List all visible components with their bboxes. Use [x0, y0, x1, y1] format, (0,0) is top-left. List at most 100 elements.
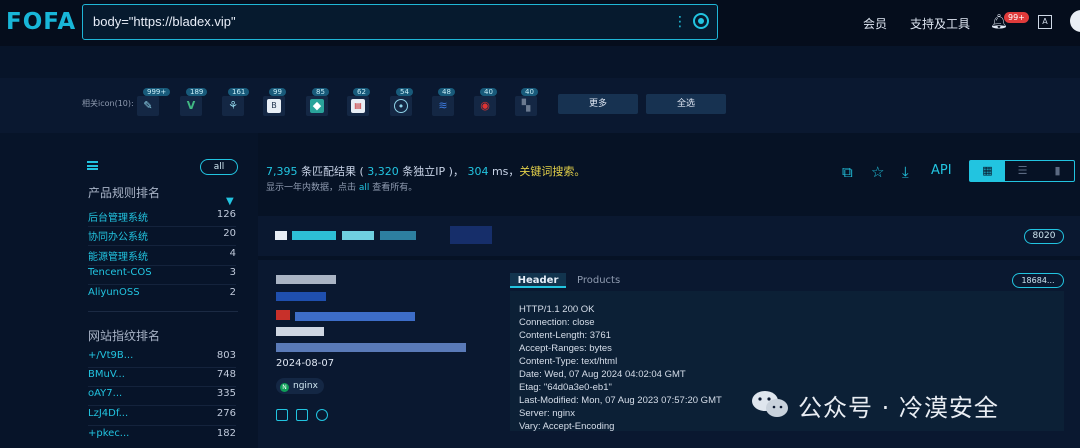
result-count-label: 条匹配结果 ( [297, 165, 368, 178]
rank-name: Tencent-COS [88, 267, 152, 278]
redacted-info [276, 310, 290, 320]
icon-count: 189 [186, 88, 208, 96]
rank-name: oAY7... [88, 388, 123, 399]
screenshot-icon[interactable] [276, 409, 288, 421]
compare-icon[interactable]: ⧉ [842, 163, 853, 181]
notification-badge: 99+ [1004, 12, 1029, 23]
rank-count: 335 [216, 388, 236, 399]
list-item[interactable]: LzJ4Df... 276 [88, 406, 236, 426]
api-link[interactable]: API [931, 163, 952, 178]
related-icon-9[interactable]: 40 ◉ [474, 88, 497, 116]
query-time: 304 [467, 165, 489, 178]
related-icon-5[interactable]: 85 ◆ [306, 88, 329, 116]
fofa-logo[interactable]: FOFA [6, 9, 76, 35]
list-item[interactable]: +pkec... 182 [88, 426, 236, 444]
related-icon-6[interactable]: 62 ▤ [347, 88, 370, 116]
related-icon-10[interactable]: 40 ▚ [515, 88, 538, 116]
related-icon-7[interactable]: 54 • [390, 88, 413, 116]
related-icon-4[interactable]: 99 B [263, 88, 286, 116]
related-icon-3[interactable]: 161 ⚘ [222, 88, 250, 116]
funnel-icon[interactable]: ▼ [226, 196, 234, 207]
related-icon-1[interactable]: 999+ ✎ [137, 88, 171, 116]
all-filter-pill[interactable]: all [200, 159, 238, 175]
rank-count: 182 [216, 428, 236, 439]
bell-icon[interactable]: 🔔︎ [990, 14, 1008, 30]
list-item[interactable]: Tencent-COS 3 [88, 265, 236, 285]
sidebar: all 产品规则排名 后台管理系统 126 协同办公系统 20 能源管理系统 4 Te… [0, 133, 258, 448]
nginx-tag[interactable]: Nnginx [276, 378, 324, 394]
tab-products[interactable]: Products [577, 273, 620, 288]
rank-name: LzJ4Df... [88, 408, 129, 419]
header-line: Last-Modified: Mon, 07 Aug 2023 07:57:20… [519, 395, 722, 406]
rank-count: 803 [216, 350, 236, 361]
header-line: HTTP/1.1 200 OK [519, 304, 595, 315]
rank-name: 协同办公系统 [88, 232, 148, 243]
support-tools-link[interactable]: 支持及工具 [910, 15, 970, 32]
redacted-info [295, 312, 415, 321]
cube-icon[interactable] [296, 409, 308, 421]
translate-icon[interactable]: A [1038, 15, 1052, 29]
ip-count-label: 条独立IP )， [398, 165, 468, 178]
result-date: 2024-08-07 [276, 358, 335, 369]
keyword-search-link[interactable]: 关键词搜索。 [519, 165, 585, 178]
results-summary: 7,395 条匹配结果 ( 3,320 条独立IP )， 304 ms，关键词搜… [266, 163, 585, 179]
list-item[interactable]: oAY7... 335 [88, 386, 236, 406]
redacted-host [342, 231, 374, 240]
more-icons-button[interactable]: 更多 [558, 94, 638, 114]
port-badge[interactable]: 8020 [1024, 229, 1064, 244]
header-line: Content-Type: text/html [519, 356, 618, 367]
list-item[interactable]: 协同办公系统 20 [88, 226, 236, 246]
avatar[interactable] [1070, 10, 1080, 32]
grid-view-icon[interactable]: ▦ [970, 161, 1005, 181]
blade-icon: B [267, 99, 281, 113]
member-link[interactable]: 会员 [863, 15, 887, 32]
icon-count: 85 [312, 88, 329, 96]
show-all-link[interactable]: all [359, 183, 370, 193]
ip-count: 3,320 [367, 165, 399, 178]
rank-name: BMuV... [88, 369, 125, 380]
fingerprint-rank-title: 网站指纹排名 [88, 329, 161, 343]
redacted-host [292, 231, 336, 240]
more-options-icon[interactable]: ⋮ [673, 14, 687, 30]
header-line: Vary: Accept-Encoding [519, 421, 615, 431]
redacted-title [276, 275, 336, 284]
related-icon-8[interactable]: 48 ≋ [432, 88, 455, 116]
pen-icon: ✎ [143, 99, 153, 112]
list-view-icon[interactable]: ☰ [1005, 161, 1040, 181]
list-item[interactable]: 后台管理系统 126 [88, 207, 236, 227]
list-item[interactable]: AliyunOSS 2 [88, 285, 236, 303]
search-icon[interactable] [693, 13, 709, 29]
search-query[interactable]: body="https://bladex.vip" [93, 14, 236, 29]
related-icons-label: 相关icon(10): [82, 99, 134, 108]
redacted-host [380, 231, 416, 240]
header-line: Accept-Ranges: bytes [519, 343, 612, 354]
list-item[interactable]: +/Vt9B... 803 [88, 348, 236, 368]
wechat-icon [752, 391, 788, 417]
rank-name: 能源管理系统 [88, 252, 148, 263]
icon-count: 99 [269, 88, 286, 96]
related-icon-2[interactable]: 189 V [180, 88, 208, 116]
document-icon: ▤ [351, 99, 365, 113]
star-icon[interactable]: ☆ [871, 163, 884, 181]
list-item[interactable]: 能源管理系统 4 [88, 246, 236, 266]
rank-count: 4 [229, 248, 236, 259]
icon-count: 62 [353, 88, 370, 96]
redacted-info [276, 343, 466, 352]
download-icon[interactable]: ⤓ [902, 163, 909, 181]
icon-count: 48 [438, 88, 455, 96]
select-all-button[interactable]: 全选 [646, 94, 726, 114]
top-strip [0, 46, 1080, 78]
refresh-icon[interactable] [316, 409, 328, 421]
grid-logo-icon: ▚ [521, 99, 531, 112]
icon-count: 40 [480, 88, 497, 96]
cert-count-badge[interactable]: 18684... [1012, 273, 1064, 288]
rank-name: AliyunOSS [88, 287, 140, 298]
icon-count: 999+ [143, 88, 171, 96]
search-input[interactable]: body="https://bladex.vip" ⋮ [82, 4, 718, 40]
list-item[interactable]: BMuV... 748 [88, 367, 236, 387]
related-icons-row: 相关icon(10): 999+ ✎ 189 V 161 ⚘ 99 B 85 ◆ 62 ▤ … [0, 78, 1080, 133]
tab-header[interactable]: Header [510, 273, 566, 288]
header-line: Connection: close [519, 317, 595, 328]
filter-sliders-icon[interactable] [87, 161, 98, 170]
chart-view-icon[interactable]: ▮ [1040, 161, 1075, 181]
